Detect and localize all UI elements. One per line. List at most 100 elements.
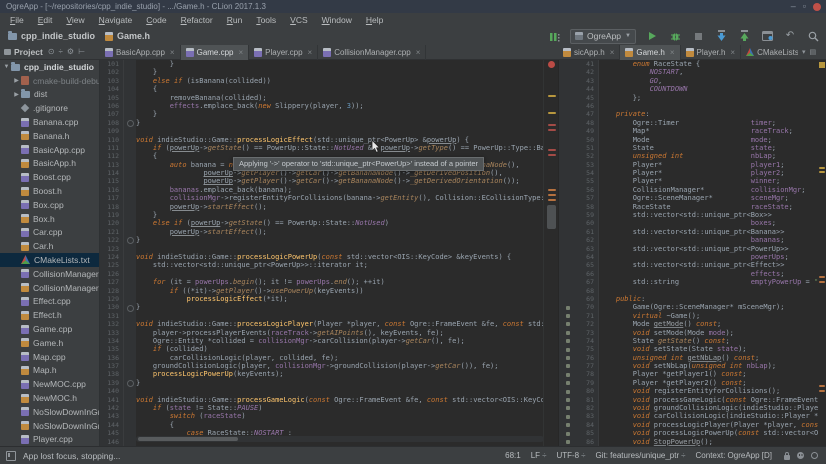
- project-tree-item-collisionmanager.cpp[interactable]: CollisionManager.cpp: [0, 267, 99, 281]
- override-marker-icon[interactable]: [566, 339, 570, 343]
- stripe-mark[interactable]: [548, 129, 556, 131]
- project-tree-item-basicapp.h[interactable]: BasicApp.h: [0, 157, 99, 171]
- close-icon[interactable]: ×: [730, 48, 735, 57]
- override-marker-icon[interactable]: [566, 415, 570, 419]
- editor-game-h[interactable]: 4142434445464748495051525354555657585960…: [558, 60, 826, 446]
- stripe-mark[interactable]: [819, 276, 825, 278]
- run-button[interactable]: [645, 29, 659, 43]
- project-tree-item-cmake-build-debug[interactable]: ▶cmake-build-debug: [0, 74, 99, 88]
- project-tree-item-basicapp.cpp[interactable]: BasicApp.cpp: [0, 143, 99, 157]
- project-tree-item-newmoc.cpp[interactable]: NewMOC.cpp: [0, 377, 99, 391]
- breadcrumb-item[interactable]: Game.h: [105, 31, 150, 41]
- close-icon[interactable]: ×: [416, 48, 421, 57]
- collapse-all-icon[interactable]: ÷: [59, 48, 63, 56]
- project-tree-item-dist[interactable]: ▶dist: [0, 88, 99, 102]
- fold-icon[interactable]: [127, 305, 134, 312]
- lock-icon[interactable]: [784, 455, 790, 460]
- undo-icon[interactable]: ↶: [783, 29, 797, 43]
- project-tree-item-game.cpp[interactable]: Game.cpp: [0, 322, 99, 336]
- status-caret-position[interactable]: 68:1: [505, 451, 521, 460]
- project-tree-item-car.h[interactable]: Car.h: [0, 239, 99, 253]
- recent-changes-icon[interactable]: [760, 29, 774, 43]
- project-tree-item-cmakelists.txt[interactable]: CMakeLists.txt: [0, 253, 99, 267]
- stripe-mark[interactable]: [548, 154, 556, 156]
- project-tree-item-boost.cpp[interactable]: Boost.cpp: [0, 170, 99, 184]
- scrollbar-thumb[interactable]: [138, 437, 238, 441]
- stripe-mark[interactable]: [548, 194, 556, 196]
- menu-edit[interactable]: Edit: [31, 15, 60, 25]
- editor-tab-game.cpp[interactable]: Game.cpp×: [181, 45, 250, 60]
- stripe-mark[interactable]: [819, 171, 825, 173]
- tab-list-dropdown-icon[interactable]: ▾: [802, 48, 806, 56]
- override-marker-icon[interactable]: [566, 331, 570, 335]
- override-marker-icon[interactable]: [566, 322, 570, 326]
- hide-icon[interactable]: ⊢: [78, 48, 85, 56]
- tree-expanded-icon[interactable]: ▼: [2, 64, 11, 70]
- override-marker-icon[interactable]: [566, 440, 570, 444]
- editor-tab-collisionmanager.cpp[interactable]: CollisionManager.cpp×: [318, 45, 426, 60]
- project-tree-item-box.cpp[interactable]: Box.cpp: [0, 198, 99, 212]
- stripe-mark[interactable]: [548, 199, 556, 201]
- menu-view[interactable]: View: [59, 15, 91, 25]
- project-tree-item-player.cpp[interactable]: Player.cpp: [0, 433, 99, 446]
- override-marker-icon[interactable]: [566, 381, 570, 385]
- menu-window[interactable]: Window: [315, 15, 359, 25]
- project-tree-item-banana.cpp[interactable]: Banana.cpp: [0, 115, 99, 129]
- horizontal-scrollbar[interactable]: [136, 436, 544, 442]
- stripe-mark[interactable]: [819, 167, 825, 169]
- debug-button[interactable]: [668, 29, 682, 43]
- editor-tab-player.h[interactable]: Player.h×: [681, 45, 742, 60]
- stripe-mark[interactable]: [548, 189, 556, 191]
- close-icon[interactable]: ×: [670, 48, 675, 57]
- project-tree-item-cpp_indie_studio[interactable]: ▼cpp_indie_studio: [0, 60, 99, 74]
- close-icon[interactable]: ×: [610, 48, 615, 57]
- breadcrumb-item[interactable]: cpp_indie_studio: [8, 31, 95, 41]
- notifications-icon[interactable]: [811, 452, 818, 459]
- menu-vcs[interactable]: VCS: [283, 15, 314, 25]
- stripe-mark[interactable]: [548, 149, 556, 151]
- code-area[interactable]: } } else if (isBanana(collided)) { remov…: [136, 60, 544, 446]
- tree-collapsed-icon[interactable]: ▶: [12, 91, 21, 98]
- fold-icon[interactable]: [127, 120, 134, 127]
- menu-refactor[interactable]: Refactor: [174, 15, 220, 25]
- override-marker-icon[interactable]: [566, 398, 570, 402]
- override-marker-icon[interactable]: [566, 306, 570, 310]
- project-tree-item-effect.cpp[interactable]: Effect.cpp: [0, 295, 99, 309]
- minimize-button[interactable]: –: [791, 2, 796, 11]
- status-git-branch[interactable]: Git: features/unique_ptr÷: [596, 451, 686, 460]
- editor-tab-sicapp.h[interactable]: sicApp.h×: [558, 45, 620, 60]
- code-area[interactable]: enum RaceState { NOSTART, GO, COUNTDOWN …: [599, 60, 819, 446]
- project-tree-item-game.h[interactable]: Game.h: [0, 336, 99, 350]
- tree-collapsed-icon[interactable]: ▶: [12, 77, 21, 84]
- editor-tab-player.cpp[interactable]: Player.cpp×: [249, 45, 318, 60]
- close-icon[interactable]: ×: [170, 48, 175, 57]
- maximize-button[interactable]: ▫: [803, 2, 806, 11]
- toolwindow-toggle-icon[interactable]: [6, 451, 16, 461]
- project-tree-item-car.cpp[interactable]: Car.cpp: [0, 226, 99, 240]
- override-gutter[interactable]: [559, 60, 577, 446]
- project-tree-item-box.h[interactable]: Box.h: [0, 212, 99, 226]
- menu-file[interactable]: File: [3, 15, 31, 25]
- stripe-mark[interactable]: [548, 112, 556, 114]
- fold-icon[interactable]: [127, 237, 134, 244]
- project-tree-item-boost.h[interactable]: Boost.h: [0, 184, 99, 198]
- scrollbar-thumb[interactable]: [547, 205, 556, 229]
- project-tree-item-map.h[interactable]: Map.h: [0, 364, 99, 378]
- status-line-separator[interactable]: LF÷: [531, 451, 547, 460]
- stripe-mark[interactable]: [548, 95, 556, 97]
- override-marker-icon[interactable]: [566, 356, 570, 360]
- override-marker-icon[interactable]: [566, 348, 570, 352]
- error-stripe[interactable]: [818, 60, 826, 446]
- project-tool-header[interactable]: Project ⊙÷⚙⊢: [0, 45, 100, 59]
- vcs-commit-button[interactable]: [737, 29, 751, 43]
- project-tree-item-.gitignore[interactable]: .gitignore: [0, 101, 99, 115]
- settings-icon[interactable]: ⚙: [67, 48, 74, 56]
- close-icon[interactable]: ×: [308, 48, 313, 57]
- close-icon[interactable]: ×: [239, 48, 244, 57]
- search-everywhere-icon[interactable]: [806, 29, 820, 43]
- fold-gutter[interactable]: [124, 60, 136, 446]
- override-marker-icon[interactable]: [566, 432, 570, 436]
- hector-inspections-icon[interactable]: [797, 452, 804, 459]
- project-tree-item-banana.h[interactable]: Banana.h: [0, 129, 99, 143]
- status-run-context[interactable]: Context: OgreApp [D]: [696, 451, 772, 460]
